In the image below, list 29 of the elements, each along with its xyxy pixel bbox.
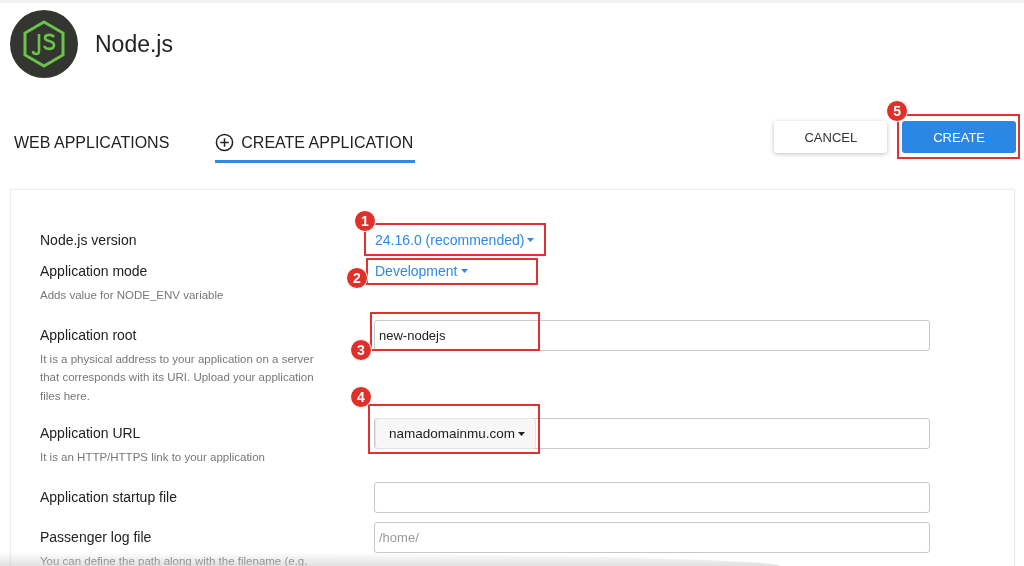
input-field[interactable] [374, 481, 930, 513]
field-label: Application startup file [40, 487, 177, 507]
field-hint: It is an HTTP/HTTPS link to your application [40, 450, 266, 465]
page-title: Node.js [95, 30, 173, 58]
caret-icon [518, 431, 526, 436]
number-badge: 2 [346, 267, 368, 289]
field-label: Application mode [40, 262, 148, 281]
caret-icon [460, 269, 468, 273]
field-label: Node.js version [40, 231, 137, 250]
cancel-button[interactable]: CANCEL [774, 121, 888, 153]
field-hint: You can define the path along with the filename (e.g. [40, 553, 309, 566]
field-label: Passenger log file [40, 527, 152, 547]
tab[interactable]: CREATE APPLICATION [215, 131, 416, 163]
nodejs-logo-icon [10, 10, 78, 78]
tab[interactable]: WEB APPLICATIONS [14, 131, 172, 163]
field-label: Application root [40, 325, 137, 345]
field-hint: Adds value for NODE_ENV variable [40, 288, 225, 303]
version-dropdown[interactable]: 24.16.0 (recommended) [374, 230, 535, 250]
number-badge: 3 [350, 338, 372, 361]
number-badge: 4 [350, 386, 372, 408]
version-dropdown[interactable]: Development [374, 261, 468, 281]
number-badge: 1 [354, 210, 376, 232]
caret-icon [527, 238, 535, 242]
domain-dropdown[interactable]: namadomainmu.com [375, 418, 537, 449]
field-label: Application URL [40, 424, 141, 443]
field-hint: It is a physical address to your application on a server that corresponds with its URI. Upload your application files here. [40, 351, 315, 404]
create-button[interactable]: CREATE [902, 121, 1016, 153]
number-badge: 5 [886, 100, 909, 122]
input-field[interactable]: new-nodejs [374, 319, 930, 351]
